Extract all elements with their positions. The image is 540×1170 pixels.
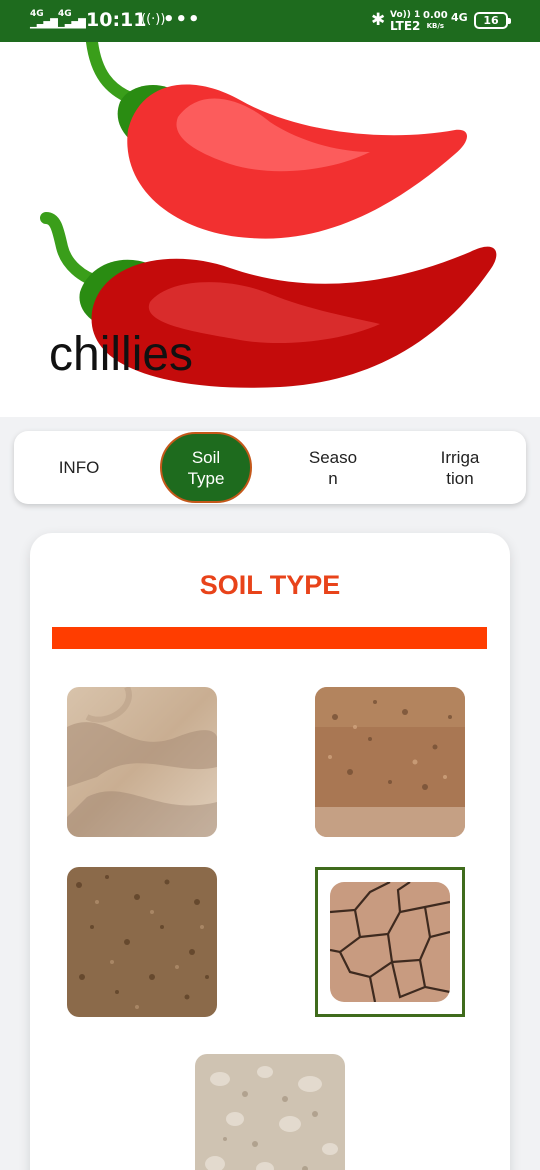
bluetooth-icon: ✱: [371, 10, 386, 30]
tab-label: Type: [187, 468, 225, 488]
soil-image-red[interactable]: [315, 687, 465, 837]
tab-label: Seaso: [308, 447, 358, 467]
crop-hero-banner: chillies: [0, 42, 540, 417]
tab-label: tion: [446, 468, 474, 488]
clock: 10:11: [86, 9, 147, 31]
mobile-data-icon: 4G: [451, 11, 468, 24]
soil-image-loamy[interactable]: [67, 867, 217, 1017]
soil-type-card: SOIL TYPE: [30, 533, 510, 1170]
network-speed: 0.00 KB/s: [423, 10, 448, 31]
title-underline-bar: [52, 627, 487, 649]
selected-soil-frame[interactable]: [315, 867, 465, 1017]
signal-strength-2-icon: 4G ▁▃▅▇: [58, 9, 86, 29]
crop-tabs: INFO Soil Type Seaso n Irriga tion: [14, 431, 526, 504]
tab-label: Irriga: [440, 447, 480, 467]
soil-image-gravel[interactable]: [195, 1054, 345, 1170]
volte-indicator: Vo)) 1 LTE2: [390, 10, 421, 33]
more-notifications-icon: •••: [163, 9, 201, 30]
tab-soil-type[interactable]: Soil Type: [160, 432, 252, 503]
status-bar: 4G ▁▃▅▇ 4G ▁▃▅▇ 10:11 ((·)) ••• ✱ Vo)) 1…: [0, 0, 540, 42]
soil-image-cracked-clay[interactable]: [330, 882, 450, 1002]
tab-season[interactable]: Seaso n: [286, 431, 380, 504]
battery-icon: 16: [474, 12, 511, 29]
tab-label: INFO: [58, 458, 100, 477]
tab-label: Soil: [191, 447, 221, 467]
soil-image-sandy[interactable]: [67, 687, 217, 837]
section-title: SOIL TYPE: [199, 570, 341, 600]
tab-info[interactable]: INFO: [34, 431, 124, 504]
tab-irrigation[interactable]: Irriga tion: [414, 431, 506, 504]
crop-title: chillies: [49, 328, 194, 381]
tab-label: n: [328, 468, 338, 488]
hotspot-icon: ((·)): [141, 12, 166, 27]
signal-strength-1-icon: 4G ▁▃▅▇: [30, 9, 58, 29]
